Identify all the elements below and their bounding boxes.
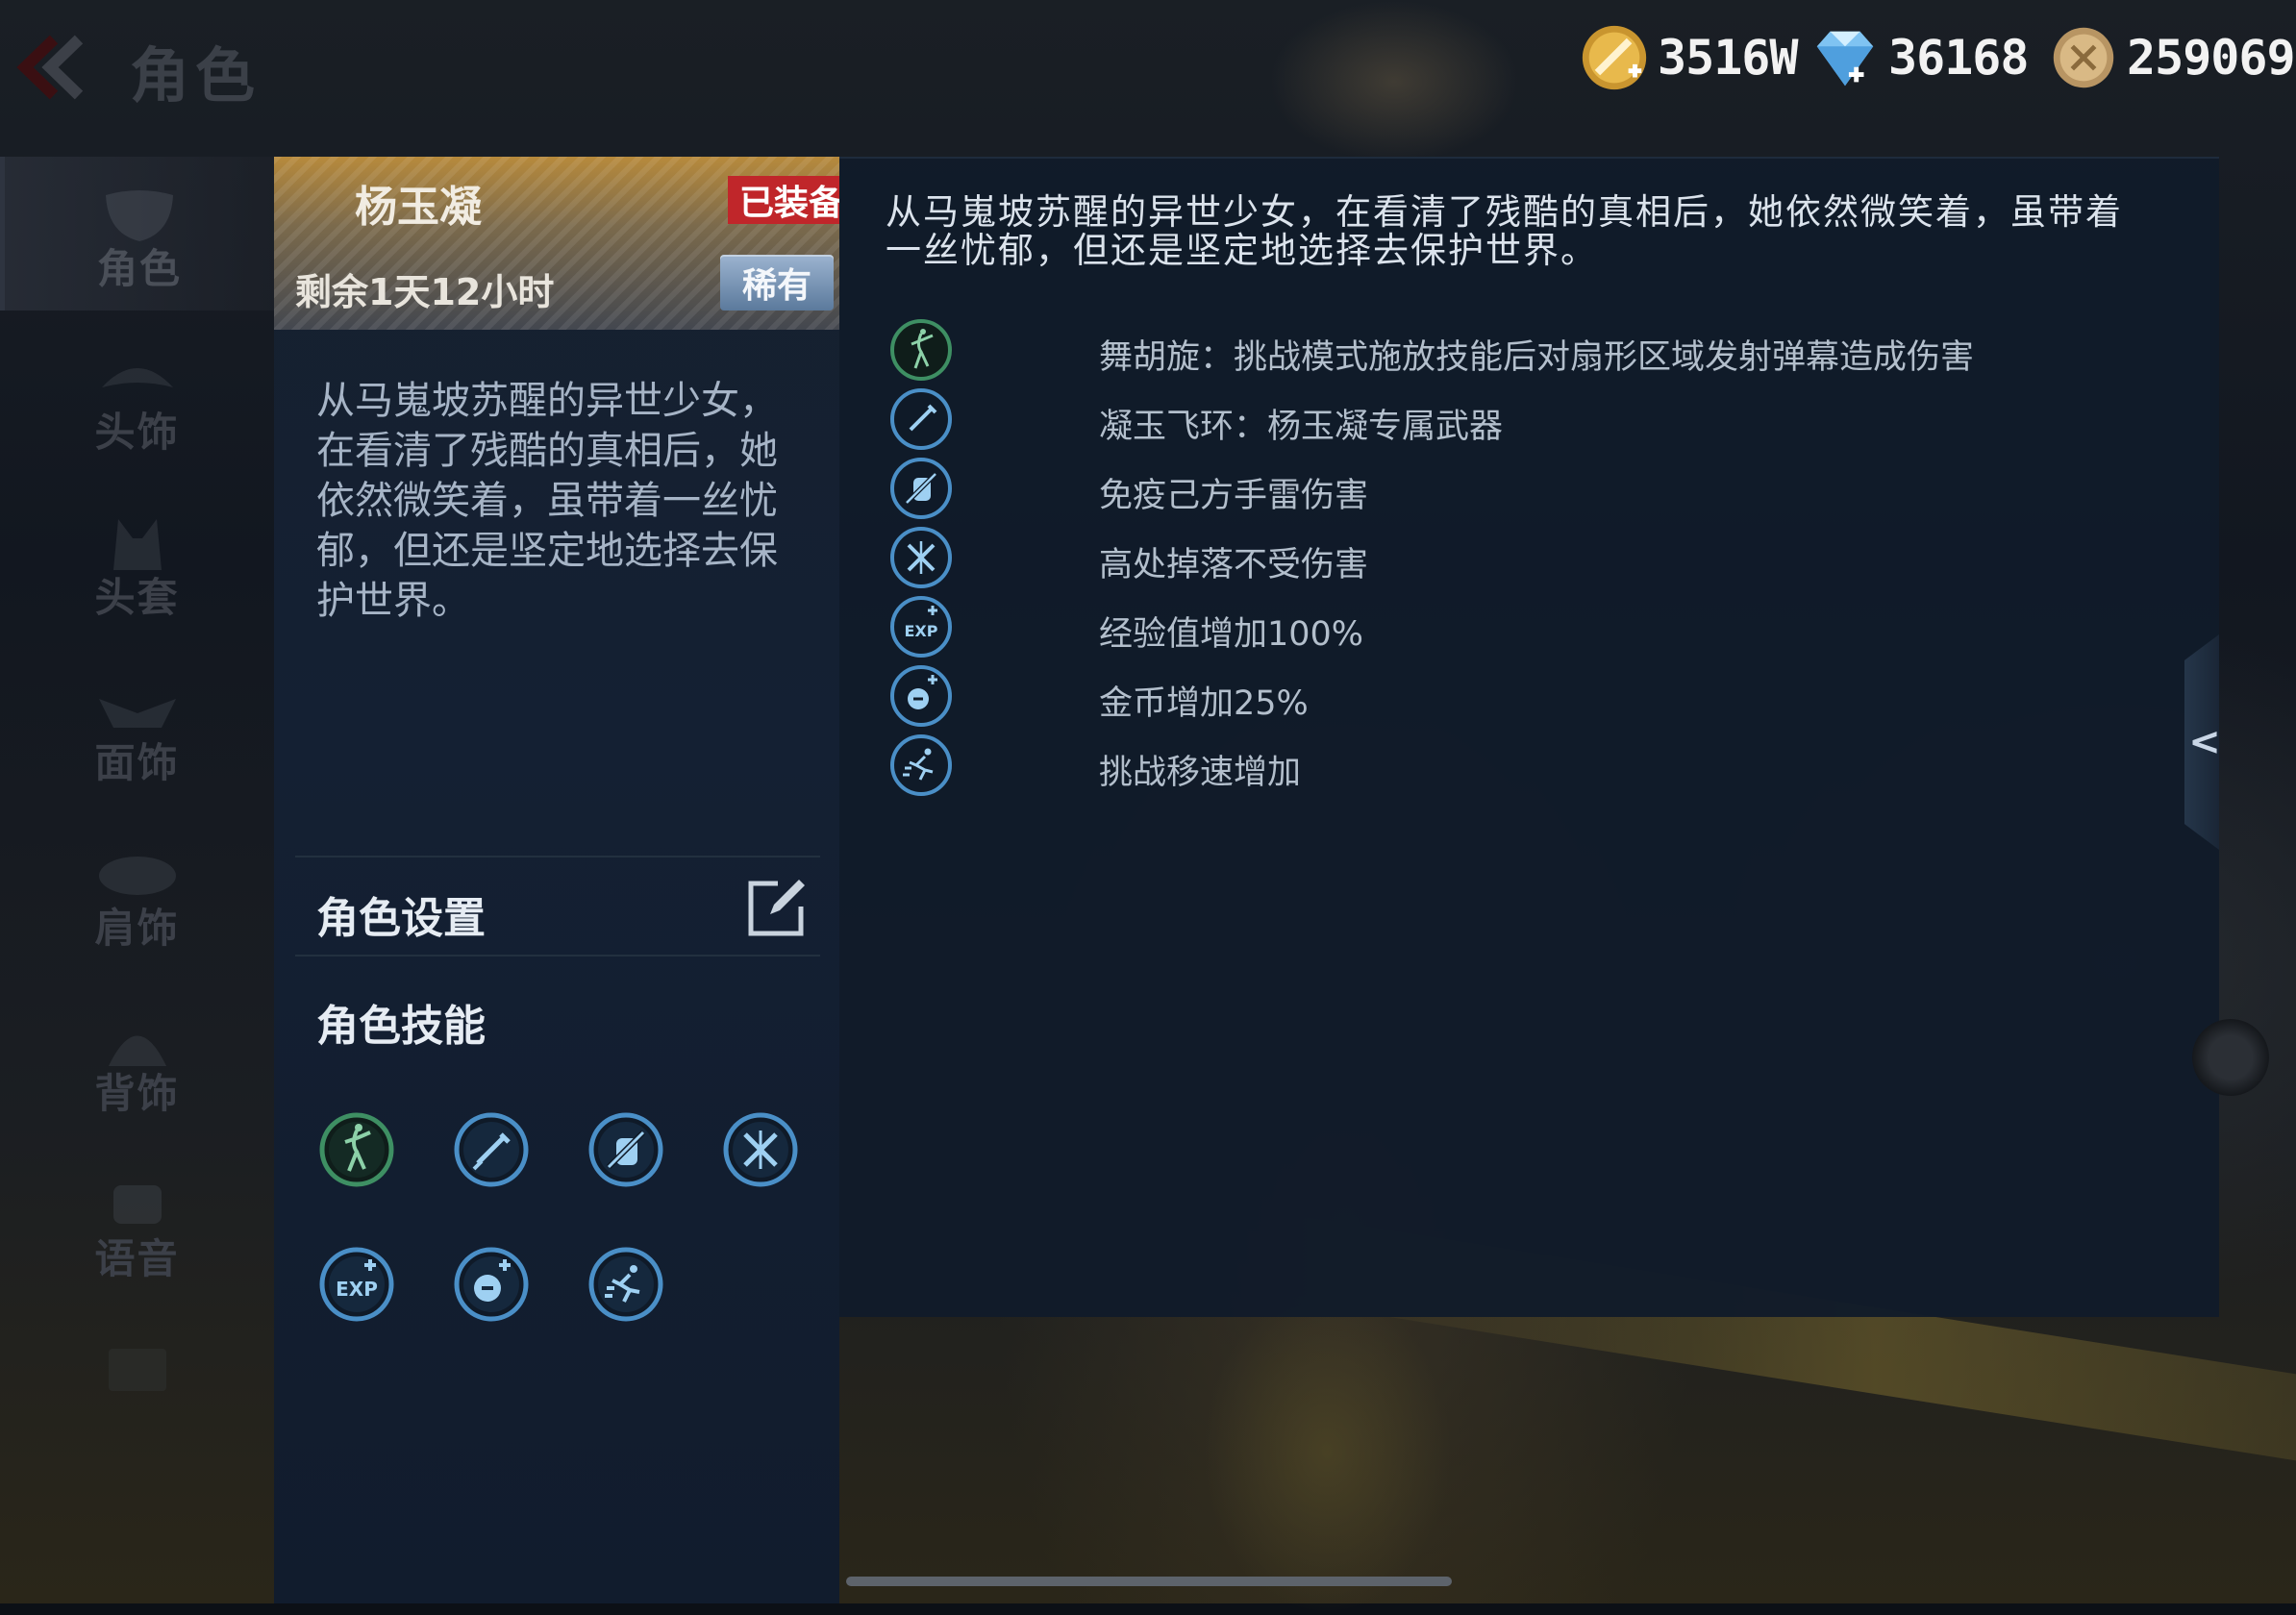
coin-boost-icon: [890, 665, 952, 727]
equipped-badge: 已装备: [728, 176, 839, 224]
back-chevron-icon: [16, 35, 84, 100]
divider: [295, 856, 820, 857]
character-settings-label: 角色设置: [316, 894, 486, 943]
card-icon: [108, 1349, 166, 1391]
currency-diamond[interactable]: 36168: [1808, 19, 2030, 96]
speed-boost-icon[interactable]: [587, 1246, 664, 1323]
sidebar-item-label: 头饰: [94, 409, 180, 456]
sidebar-item-label: 头套: [94, 574, 180, 621]
exp-boost-icon[interactable]: EXP: [318, 1246, 395, 1323]
diamond-icon: [1816, 31, 1874, 87]
speed-boost-icon: [890, 734, 952, 796]
currency-coin-value: 259069: [2127, 30, 2296, 86]
coin-boost-icon[interactable]: [453, 1246, 530, 1323]
headwear-icon: [101, 368, 173, 387]
ability-text: 高处掉落不受伤害: [1099, 546, 1369, 584]
shoulder-accessory-icon: [98, 857, 176, 895]
ability-text: 舞胡旋：挑战模式施放技能后对扇形区域发射弹幕造成伤害: [1099, 338, 1975, 377]
weapon-icon[interactable]: [453, 1111, 530, 1188]
sidebar-item-label: 角色: [96, 245, 182, 292]
ability-text: 挑战移速增加: [1099, 754, 1302, 792]
exp-boost-icon: EXP: [890, 596, 952, 658]
sidebar-item-label: 背饰: [94, 1070, 180, 1117]
gold-coupon-icon: [1582, 25, 1647, 90]
sidebar-item-more[interactable]: [0, 1312, 274, 1466]
page-title: 角色: [130, 40, 262, 111]
ability-row: 高处掉落不受伤害: [889, 526, 2139, 593]
dancer-icon: [890, 319, 952, 381]
sidebar-item-back-accessory[interactable]: 背饰: [0, 981, 274, 1135]
character-skills-title: 角色技能: [316, 1002, 486, 1051]
grenade-immune-icon[interactable]: [587, 1111, 664, 1188]
ability-row: 挑战移速增加: [889, 733, 2139, 801]
home-indicator: [846, 1577, 1452, 1586]
ability-row: 舞胡旋：挑战模式施放技能后对扇形区域发射弹幕造成伤害: [889, 318, 2139, 385]
back-button[interactable]: [13, 29, 90, 106]
edit-icon[interactable]: [745, 876, 809, 939]
coin-icon: [2053, 27, 2114, 88]
svg-text:EXP: EXP: [905, 622, 938, 640]
sidebar-item-shoulder-accessory[interactable]: 肩饰: [0, 816, 274, 970]
character-detail-description: 从马嵬坡苏醒的异世少女，在看清了残酷的真相后，她依然微笑着，虽带着一丝忧郁，但还…: [886, 191, 2123, 271]
sidebar-item-voice[interactable]: 语音: [0, 1147, 274, 1301]
fall-immune-icon: [890, 527, 952, 588]
ability-row: 金币增加25%: [889, 664, 2139, 732]
character-settings-row[interactable]: 角色设置: [274, 858, 839, 955]
sidebar-item-label: 面饰: [94, 739, 180, 786]
character-description: 从马嵬坡苏醒的异世少女，在看清了残酷的真相后，她依然微笑着，虽带着一丝忧郁，但还…: [316, 379, 778, 623]
back-accessory-icon: [108, 1035, 166, 1066]
sidebar-item-label: 肩饰: [94, 905, 180, 952]
fall-immune-icon[interactable]: [722, 1111, 799, 1188]
character-detail-panel: 从马嵬坡苏醒的异世少女，在看清了残酷的真相后，她依然微笑着，虽带着一丝忧郁，但还…: [839, 157, 2219, 1317]
sidebar-item-face-accessory[interactable]: 面饰: [0, 651, 274, 805]
weapon-icon: [890, 388, 952, 450]
collapse-chevron-icon: <: [2188, 720, 2221, 764]
svg-text:EXP: EXP: [336, 1278, 378, 1301]
currency-diamond-value: 36168: [1888, 30, 2030, 86]
time-remaining: 剩余1天12小时: [295, 271, 555, 313]
character-card-header: 杨玉凝 已装备 剩余1天12小时 稀有: [274, 157, 839, 330]
currency-coin[interactable]: 259069: [2046, 19, 2296, 96]
rarity-badge: 稀有: [720, 255, 834, 311]
face-accessory-icon: [98, 699, 176, 728]
scene-button[interactable]: [2192, 1019, 2269, 1096]
ability-text: 经验值增加100%: [1099, 615, 1364, 654]
ability-text: 金币增加25%: [1099, 684, 1309, 723]
mask-icon: [106, 190, 173, 241]
sidebar-item-headgear[interactable]: 头套: [0, 485, 274, 639]
ability-row: EXP 经验值增加100%: [889, 595, 2139, 662]
dancer-icon[interactable]: [318, 1111, 395, 1188]
character-model-feet: [1202, 1288, 1452, 1615]
sidebar-item-character[interactable]: 角色: [0, 157, 274, 311]
currency-gold-coupon-value: 3516W: [1658, 30, 1799, 86]
panel-collapse-toggle[interactable]: <: [2184, 634, 2219, 850]
currency-gold-coupon[interactable]: 3516W: [1577, 19, 1799, 96]
ability-text: 免疫己方手雷伤害: [1099, 477, 1369, 515]
category-sidebar: 角色 头饰 头套 面饰 肩饰 背饰 语音: [0, 157, 274, 1603]
sidebar-item-headwear[interactable]: 头饰: [0, 320, 274, 474]
ability-row: 凝玉飞环：杨玉凝专属武器: [889, 387, 2139, 455]
top-bar: 角色 3516W 36168 259069: [0, 0, 2296, 144]
voice-icon: [112, 1185, 162, 1224]
ability-row: 免疫己方手雷伤害: [889, 457, 2139, 524]
sidebar-item-label: 语音: [94, 1235, 180, 1282]
ability-text: 凝玉飞环：杨玉凝专属武器: [1099, 408, 1504, 446]
character-panel: 杨玉凝 已装备 剩余1天12小时 稀有 从马嵬坡苏醒的异世少女，在看清了残酷的真…: [274, 157, 839, 1603]
grenade-immune-icon: [890, 458, 952, 519]
character-name: 杨玉凝: [355, 183, 482, 232]
divider: [295, 955, 820, 957]
headgear-icon: [112, 519, 162, 570]
